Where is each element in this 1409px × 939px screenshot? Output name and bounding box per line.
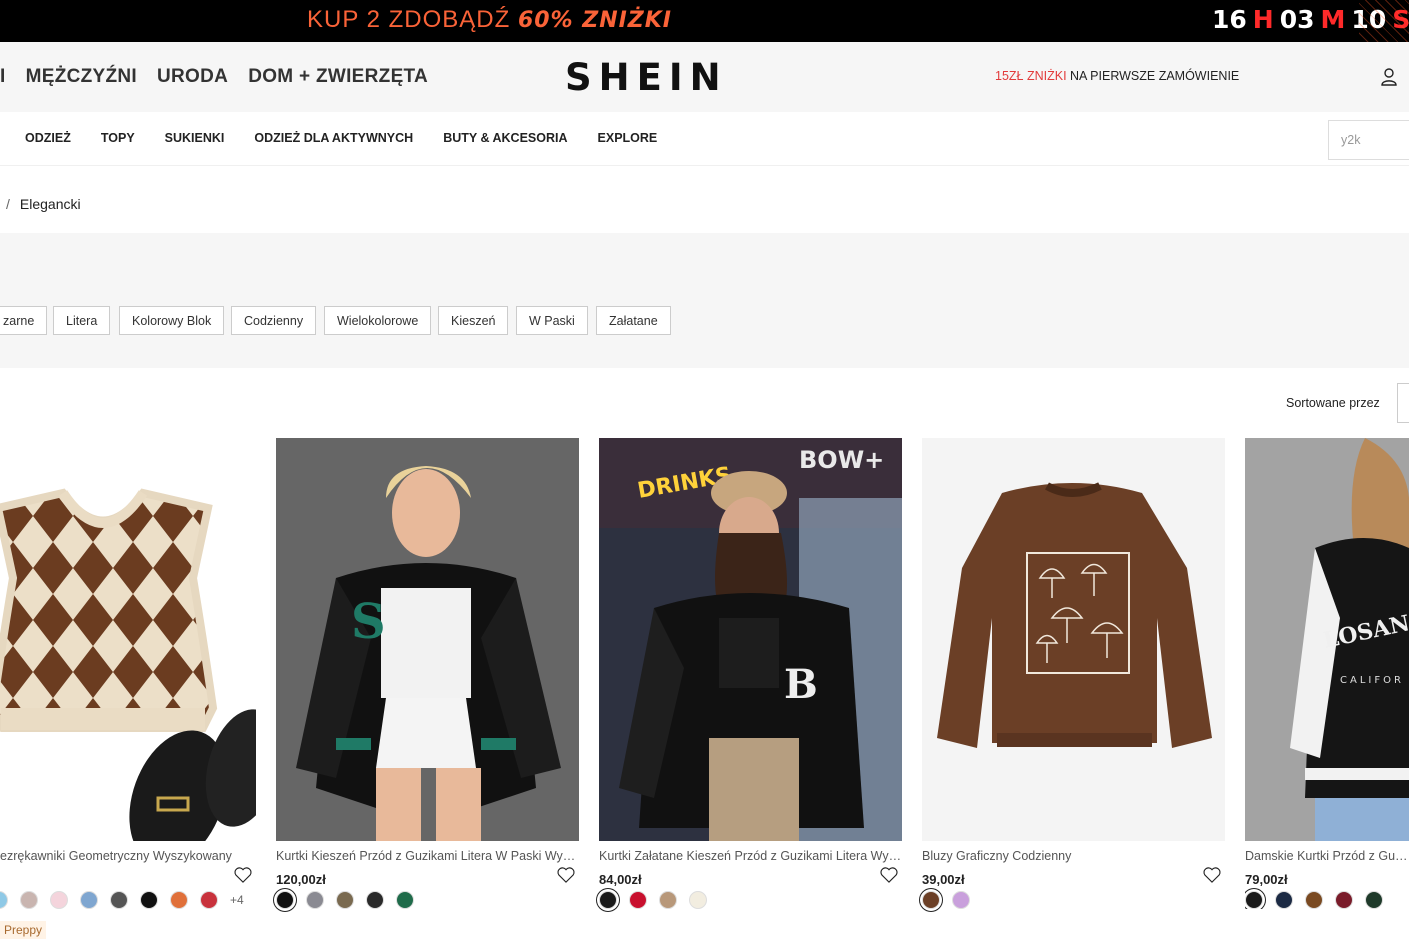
color-swatch[interactable] [689, 891, 707, 909]
filter-area: zarne Litera Kolorowy Blok Codzienny Wie… [0, 233, 1409, 368]
color-swatches [276, 891, 579, 909]
color-swatch[interactable] [366, 891, 384, 909]
gender-nav: I MĘŻCZYŹNI URODA DOM + ZWIERZĘTA [0, 66, 448, 88]
color-swatch[interactable] [170, 891, 188, 909]
filter-tag[interactable]: W Paski [516, 306, 588, 335]
cat-item-dresses[interactable]: SUKIENKI [165, 131, 225, 145]
sort-label: Sortowane przez [1286, 396, 1380, 410]
style-badge: Preppy [0, 921, 47, 939]
color-swatch[interactable] [0, 891, 8, 909]
cat-item-explore[interactable]: EXPLORE [598, 131, 658, 145]
product-price: 79,00zł [1245, 872, 1288, 887]
product-title[interactable]: ezrękawniki Geometryczny Wyszykowany [0, 849, 256, 865]
cat-item-shoes-accessories[interactable]: BUTY & AKCESORIA [443, 131, 567, 145]
product-card[interactable]: S Kurtki Kieszeń Przód z Guzikami Litera… [276, 438, 579, 909]
filter-tag[interactable]: Kieszeń [438, 306, 509, 335]
product-price: 39,00zł [922, 872, 965, 887]
wishlist-heart-icon[interactable] [880, 867, 898, 883]
cat-item-tops[interactable]: TOPY [101, 131, 135, 145]
color-swatch[interactable] [659, 891, 677, 909]
svg-text:BOW+: BOW+ [799, 446, 884, 474]
svg-text:S: S [351, 594, 386, 650]
product-image[interactable]: DRINKS BOW+ B [599, 438, 902, 841]
shein-logo[interactable]: SHEIN [565, 56, 728, 99]
product-image[interactable] [922, 438, 1225, 841]
promo-text: KUP 2 ZDOBĄDŹ 60% ZNIŻKI [307, 6, 672, 33]
promo-banner[interactable]: KUP 2 ZDOBĄDŹ 60% ZNIŻKI 16H03M10S [0, 0, 1409, 42]
breadcrumb: / Elegancki [6, 196, 81, 212]
color-swatch[interactable] [1275, 891, 1293, 909]
category-nav: ODZIEŻ TOPY SUKIENKI ODZIEŻ DLA AKTYWNYC… [0, 112, 1409, 166]
promo-highlight: 60% ZNIŻKI [517, 8, 672, 33]
nav-item-home-pets[interactable]: DOM + ZWIERZĘTA [248, 66, 428, 88]
color-swatch[interactable] [1245, 891, 1263, 909]
first-order-promo[interactable]: 15ZŁ ZNIŻKI NA PIERWSZE ZAMÓWIENIE [995, 69, 1239, 83]
product-card[interactable]: DRINKS BOW+ B Kurtki Załatane Kieszeń Pr… [599, 438, 902, 909]
color-swatches [1245, 891, 1409, 909]
product-price: 84,00zł [599, 872, 642, 887]
product-title[interactable]: Kurtki Załatane Kieszeń Przód z Guzikami… [599, 849, 902, 865]
product-title[interactable]: Kurtki Kieszeń Przód z Guzikami Litera W… [276, 849, 579, 865]
product-image[interactable]: S [276, 438, 579, 841]
more-colors-count[interactable]: +4 [230, 893, 244, 907]
color-swatch[interactable] [20, 891, 38, 909]
product-price: 120,00zł [276, 872, 326, 887]
sort-dropdown[interactable] [1397, 383, 1409, 423]
color-swatches: +4 [0, 891, 256, 909]
product-card[interactable]: LOSANGE CALIFOR Damskie Kurtki Przód z G… [1245, 438, 1409, 909]
filter-tag[interactable]: Załatane [596, 306, 671, 335]
color-swatch[interactable] [336, 891, 354, 909]
cat-item-clothing[interactable]: ODZIEŻ [25, 131, 71, 145]
color-swatch[interactable] [80, 891, 98, 909]
filter-tag[interactable]: Kolorowy Blok [119, 306, 225, 335]
color-swatch[interactable] [952, 891, 970, 909]
filter-tag[interactable]: zarne [0, 306, 48, 335]
product-title[interactable]: Bluzy Graficzny Codzienny [922, 849, 1225, 865]
site-header: I MĘŻCZYŹNI URODA DOM + ZWIERZĘTA SHEIN … [0, 42, 1409, 112]
wishlist-heart-icon[interactable] [234, 867, 252, 883]
promo-decoration [1359, 0, 1409, 42]
color-swatch[interactable] [1365, 891, 1383, 909]
search-input[interactable]: y2k [1328, 120, 1409, 160]
color-swatch[interactable] [629, 891, 647, 909]
color-swatch[interactable] [922, 891, 940, 909]
svg-text:B: B [784, 661, 818, 708]
product-image[interactable]: LOSANGE CALIFOR [1245, 438, 1409, 841]
color-swatch[interactable] [396, 891, 414, 909]
nav-item-beauty[interactable]: URODA [157, 66, 228, 88]
breadcrumb-current: Elegancki [19, 196, 81, 212]
color-swatches [599, 891, 902, 909]
cat-item-activewear[interactable]: ODZIEŻ DLA AKTYWNYCH [254, 131, 413, 145]
color-swatch[interactable] [1305, 891, 1323, 909]
wishlist-heart-icon[interactable] [557, 867, 575, 883]
nav-item-partial[interactable]: I [0, 66, 6, 88]
nav-item-men[interactable]: MĘŻCZYŹNI [26, 66, 137, 88]
user-icon[interactable] [1381, 68, 1397, 86]
product-card[interactable]: Bluzy Graficzny Codzienny 39,00zł [922, 438, 1225, 909]
filter-tag[interactable]: Wielokolorowe [324, 306, 432, 335]
color-swatch[interactable] [599, 891, 617, 909]
color-swatch[interactable] [50, 891, 68, 909]
svg-text:CALIFOR: CALIFOR [1340, 675, 1404, 686]
product-title[interactable]: Damskie Kurtki Przód z Guzikami [1245, 849, 1409, 865]
color-swatches [922, 891, 1225, 909]
color-swatch[interactable] [1335, 891, 1353, 909]
filter-tag[interactable]: Litera [53, 306, 111, 335]
product-card[interactable]: ezrękawniki Geometryczny Wyszykowany +4 [0, 438, 256, 909]
color-swatch[interactable] [110, 891, 128, 909]
color-swatch[interactable] [306, 891, 324, 909]
product-image[interactable] [0, 438, 256, 841]
color-swatch[interactable] [140, 891, 158, 909]
filter-tag[interactable]: Codzienny [231, 306, 317, 335]
wishlist-heart-icon[interactable] [1203, 867, 1221, 883]
color-swatch[interactable] [200, 891, 218, 909]
color-swatch[interactable] [276, 891, 294, 909]
